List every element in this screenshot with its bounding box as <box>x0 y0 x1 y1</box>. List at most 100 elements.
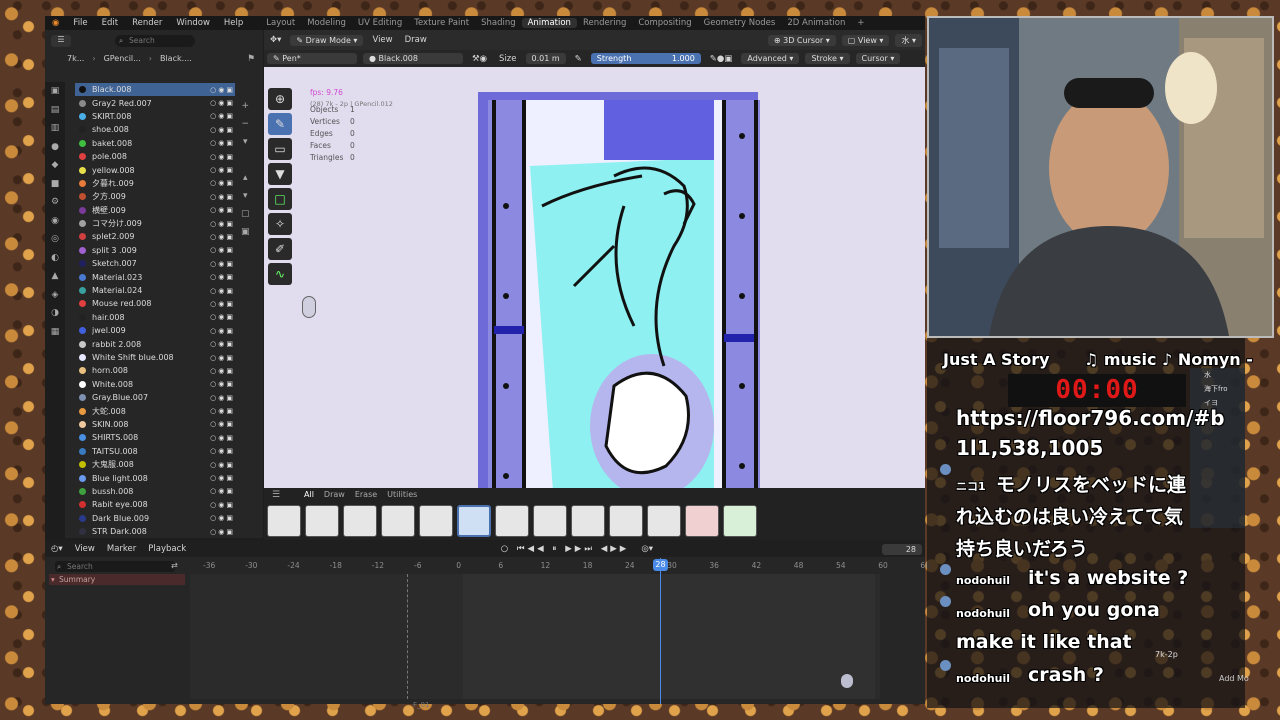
visibility-lock-icons[interactable]: ○◉▣ <box>210 420 235 428</box>
material-slot[interactable]: jwel.009 ○◉▣ <box>75 324 235 337</box>
visibility-lock-icons[interactable]: ○◉▣ <box>210 287 235 295</box>
brush-erase-point-icon[interactable] <box>647 505 681 537</box>
material-slot[interactable]: White.008 ○◉▣ <box>75 378 235 391</box>
menu-edit[interactable]: Edit <box>95 18 125 28</box>
tint-tool-icon[interactable]: ✧ <box>268 213 292 235</box>
material-slot[interactable]: Gray2 Red.007 ○◉▣ <box>75 96 235 109</box>
visibility-lock-icons[interactable]: ○◉▣ <box>210 260 235 268</box>
stroke-option-icons[interactable]: ✎●▣ <box>704 54 739 64</box>
editor-type-icon[interactable]: ☰ <box>51 35 71 47</box>
material-slot[interactable]: Mouse red.008 ○◉▣ <box>75 297 235 310</box>
brush-pencil-icon[interactable] <box>343 505 377 537</box>
visibility-lock-icons[interactable]: ○◉▣ <box>210 273 235 281</box>
visibility-lock-icons[interactable]: ○◉▣ <box>210 246 235 254</box>
brush-fill-red-icon[interactable] <box>685 505 719 537</box>
workspace-tab-compositing[interactable]: Compositing <box>632 18 697 28</box>
material-slot[interactable]: horn.008 ○◉▣ <box>75 364 235 377</box>
add-workspace-button[interactable]: + <box>851 18 870 28</box>
summary-channel[interactable]: ▾ Summary <box>49 574 185 585</box>
properties-search-input[interactable]: ⌕ Search <box>115 35 195 47</box>
workspace-tab-rendering[interactable]: Rendering <box>577 18 632 28</box>
material-slot[interactable]: SHIRTS.008 ○◉▣ <box>75 431 235 444</box>
transform-pivot-dropdown[interactable]: ⊕ 3D Cursor ▾ <box>767 34 836 46</box>
material-slot[interactable]: split 3 .009 ○◉▣ <box>75 244 235 257</box>
cursor-dropdown[interactable]: Cursor ▾ <box>855 53 901 64</box>
material-selector[interactable]: ● Black.008 <box>363 53 463 64</box>
tab-erase[interactable]: Erase <box>355 490 377 499</box>
material-slot[interactable]: shoe.008 ○◉▣ <box>75 123 235 136</box>
workspace-tab-modeling[interactable]: Modeling <box>301 18 352 28</box>
visibility-lock-icons[interactable]: ○◉▣ <box>210 407 235 415</box>
material-slot[interactable]: rabbit 2.008 ○◉▣ <box>75 337 235 350</box>
visibility-lock-icons[interactable]: ○◉▣ <box>210 367 235 375</box>
visibility-lock-icons[interactable]: ○◉▣ <box>210 220 235 228</box>
material-slot[interactable]: hair.008 ○◉▣ <box>75 311 235 324</box>
material-slot[interactable]: 横壁.009 ○◉▣ <box>75 204 235 217</box>
brush-hatch-icon[interactable] <box>533 505 567 537</box>
playback-controls[interactable]: ○ ⏮◀◀ ⏸ ▶▶⏭ ◀▶▶ <box>495 544 636 554</box>
current-frame-field[interactable]: 28 <box>882 543 922 555</box>
cursor-tool-icon[interactable]: ⊕ <box>268 88 292 110</box>
keying-icon[interactable]: ◎▾ <box>635 544 659 554</box>
menu-window[interactable]: Window <box>169 18 217 28</box>
size-field[interactable]: 0.01 m <box>525 53 566 64</box>
timeline-menu-playback[interactable]: Playback <box>142 544 192 554</box>
workspace-tab-texture-paint[interactable]: Texture Paint <box>408 18 475 28</box>
tab-all[interactable]: All <box>304 490 314 499</box>
visibility-lock-icons[interactable]: ○◉▣ <box>210 313 235 321</box>
material-slot[interactable]: Black.008 ○◉▣ <box>75 83 235 97</box>
stroke-dropdown[interactable]: Stroke ▾ <box>805 53 850 64</box>
workspace-tab-shading[interactable]: Shading <box>475 18 522 28</box>
menu-view[interactable]: View <box>366 35 398 45</box>
material-slot[interactable]: White Shift blue.008 ○◉▣ <box>75 351 235 364</box>
visibility-lock-icons[interactable]: ○◉▣ <box>210 233 235 241</box>
material-slot[interactable]: STR Dark.008 ○◉▣ <box>75 525 235 538</box>
visibility-lock-icons[interactable]: ○◉▣ <box>210 112 235 120</box>
material-slot[interactable]: pole.008 ○◉▣ <box>75 150 235 163</box>
material-slot[interactable]: SKIRT.008 ○◉▣ <box>75 110 235 123</box>
visibility-lock-icons[interactable]: ○◉▣ <box>210 354 235 362</box>
workspace-tab-animation[interactable]: Animation <box>521 18 577 28</box>
visibility-lock-icons[interactable]: ○◉▣ <box>210 474 235 482</box>
timeline-menu-view[interactable]: View <box>69 544 101 554</box>
playhead-frame-badge[interactable]: 28 <box>653 559 668 571</box>
visibility-lock-icons[interactable]: ○◉▣ <box>210 300 235 308</box>
material-slot[interactable]: 夕暮れ.009 ○◉▣ <box>75 177 235 190</box>
material-slot[interactable]: Rabit eye.008 ○◉▣ <box>75 498 235 511</box>
material-slot[interactable]: 夕方.009 ○◉▣ <box>75 190 235 203</box>
visibility-lock-icons[interactable]: ○◉▣ <box>210 126 235 134</box>
workspace-tab-layout[interactable]: Layout <box>260 18 301 28</box>
menu-render[interactable]: Render <box>125 18 169 28</box>
brush-tint-icon[interactable] <box>723 505 757 537</box>
pin-icon[interactable]: ⚑ <box>247 54 255 64</box>
menu-help[interactable]: Help <box>217 18 250 28</box>
brush-ink-icon[interactable] <box>267 505 301 537</box>
brush-airbrush-icon[interactable] <box>495 505 529 537</box>
menu-file[interactable]: File <box>66 18 94 28</box>
material-slot[interactable]: 大鬼服.008 ○◉▣ <box>75 458 235 471</box>
visibility-lock-icons[interactable]: ○◉▣ <box>210 380 235 388</box>
visibility-lock-icons[interactable]: ○◉▣ <box>210 327 235 335</box>
visibility-lock-icons[interactable]: ○◉▣ <box>210 434 235 442</box>
visibility-lock-icons[interactable]: ○◉▣ <box>210 514 235 522</box>
erase-tool-icon[interactable]: ▭ <box>268 138 292 160</box>
strength-slider[interactable]: Strength 1.000 <box>590 53 701 64</box>
material-slot[interactable]: 大蛇.008 ○◉▣ <box>75 404 235 417</box>
brush-selector[interactable]: ✎ Pen* <box>267 53 357 64</box>
brush-pen-icon[interactable] <box>305 505 339 537</box>
material-slot[interactable]: bussh.008 ○◉▣ <box>75 485 235 498</box>
visibility-lock-icons[interactable]: ○◉▣ <box>210 340 235 348</box>
list-side-buttons[interactable]: + − ▾ ▴ ▾ ▢ ▣ <box>241 97 250 241</box>
material-slot[interactable]: TAITSU.008 ○◉▣ <box>75 445 235 458</box>
workspace-tab-geometry-nodes[interactable]: Geometry Nodes <box>698 18 782 28</box>
brush-smooth-icon[interactable] <box>571 505 605 537</box>
visibility-lock-icons[interactable]: ○◉▣ <box>210 206 235 214</box>
breadcrumb-material[interactable]: Black.... <box>160 54 192 63</box>
material-slot[interactable]: Dark Blue.009 ○◉▣ <box>75 512 235 525</box>
visibility-lock-icons[interactable]: ○◉▣ <box>210 193 235 201</box>
visibility-lock-icons[interactable]: ○◉▣ <box>210 447 235 455</box>
language-dropdown[interactable]: 水 ▾ <box>895 33 922 47</box>
curve-tool-icon[interactable]: ∿ <box>268 263 292 285</box>
shelf-menu-icon[interactable]: ☰ <box>272 490 280 500</box>
visibility-lock-icons[interactable]: ○◉▣ <box>210 153 235 161</box>
